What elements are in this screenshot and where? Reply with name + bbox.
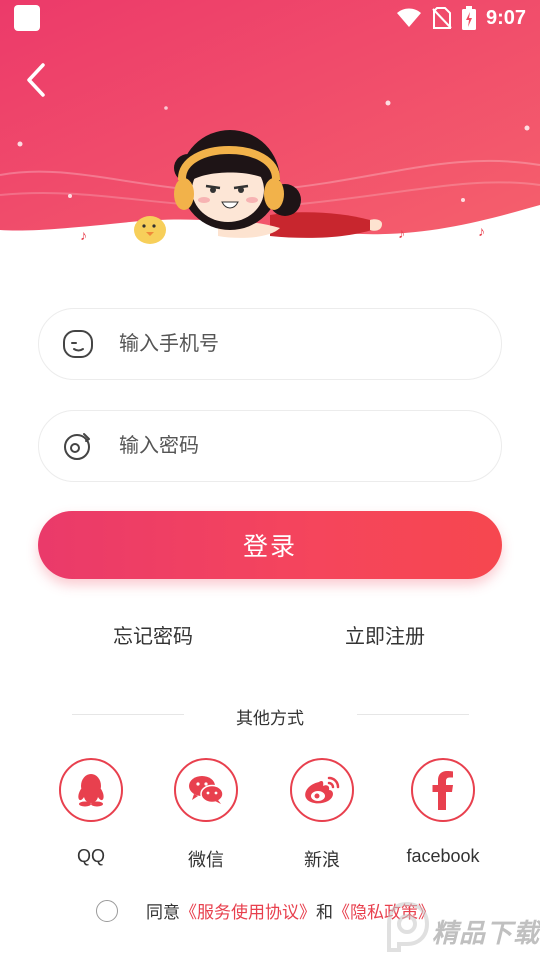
agreement-checkbox[interactable] [96,899,118,922]
no-sim-icon [432,7,452,29]
svg-text:♪: ♪ [398,225,405,241]
lock-disc-icon [61,429,95,463]
back-button[interactable] [18,60,54,100]
facebook-icon [432,771,453,810]
watermark-logo [387,902,429,952]
agreement-and: 和 [316,903,333,922]
facebook-login-button[interactable] [411,758,475,822]
qq-login-button[interactable] [59,758,123,822]
divider-right [357,714,469,715]
status-time: 9:07 [485,6,526,29]
wifi-icon [396,8,421,27]
password-input-row[interactable] [38,410,502,482]
svg-text:♪: ♪ [478,223,485,239]
agreement-prefix: 同意 [146,903,180,922]
battery-charging-icon [461,6,476,30]
weibo-login-button[interactable] [290,758,354,822]
facebook-label: facebook [406,846,480,866]
other-methods-title: 其他方式 [236,709,304,728]
mascot-illustration [134,130,382,244]
app-notification-icon [14,5,40,31]
watermark-text: 精品下载 [432,918,540,948]
password-input[interactable] [119,411,501,481]
chevron-left-icon [27,63,45,97]
qq-icon [78,774,104,807]
weibo-icon [305,776,340,804]
login-button[interactable]: 登录 [38,511,502,579]
phone-input-row[interactable] [38,308,502,380]
svg-text:♪: ♪ [80,227,87,243]
qq-label: QQ [76,846,105,866]
phone-user-icon [61,327,95,361]
status-bar: 9:07 [0,0,540,36]
register-link[interactable]: 立即注册 [345,620,425,649]
service-agreement-link[interactable]: 《服务使用协议》 [180,898,316,923]
forgot-password-link[interactable]: 忘记密码 [113,620,193,649]
wechat-login-button[interactable] [174,758,238,822]
phone-input[interactable] [119,309,501,379]
header-banner: ♪ ♪ ♪ 9:07 [0,0,540,250]
wechat-icon [189,776,224,804]
wechat-label: 微信 [188,850,224,870]
weibo-label: 新浪 [304,850,340,870]
